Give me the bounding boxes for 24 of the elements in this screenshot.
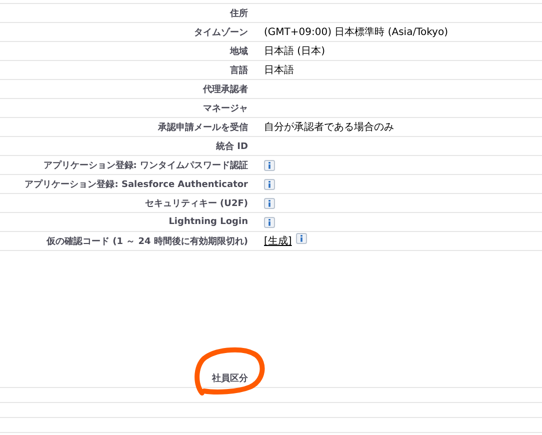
field-label: 統合 ID xyxy=(216,142,248,152)
section-label: 社員区分 xyxy=(212,374,248,384)
field-label: セキュリティキー (U2F) xyxy=(144,198,248,208)
field-label: 代理承認者 xyxy=(203,84,248,94)
field-label: 地域 xyxy=(230,46,248,56)
field-label: アプリケーション登録: ワンタイムパスワード認証 xyxy=(43,160,248,170)
field-value: 自分が承認者である場合のみ xyxy=(264,120,394,134)
info-icon[interactable] xyxy=(264,178,275,190)
info-icon[interactable] xyxy=(264,198,275,208)
field-label: 仮の確認コード (1 ～ 24 時間後に有効期限切れ) xyxy=(46,236,248,246)
field-label: 承認申請メールを受信 xyxy=(158,122,248,132)
field-label: タイムゾーン xyxy=(194,28,248,38)
generate-link[interactable]: [生成] xyxy=(264,234,292,248)
field-label: 住所 xyxy=(230,8,248,18)
field-value: 日本語 xyxy=(264,64,294,77)
info-icon[interactable] xyxy=(264,160,275,170)
field-value: 日本語 (日本) xyxy=(264,44,325,58)
info-icon[interactable] xyxy=(264,216,275,228)
info-icon[interactable] xyxy=(296,232,307,244)
field-label: Lightning Login xyxy=(168,217,248,227)
field-value: (GMT+09:00) 日本標準時 (Asia/Tokyo) xyxy=(264,26,448,39)
field-label: アプリケーション登録: Salesforce Authenticator xyxy=(24,180,248,190)
field-label: マネージャ xyxy=(203,104,248,114)
field-label: 言語 xyxy=(230,66,248,76)
